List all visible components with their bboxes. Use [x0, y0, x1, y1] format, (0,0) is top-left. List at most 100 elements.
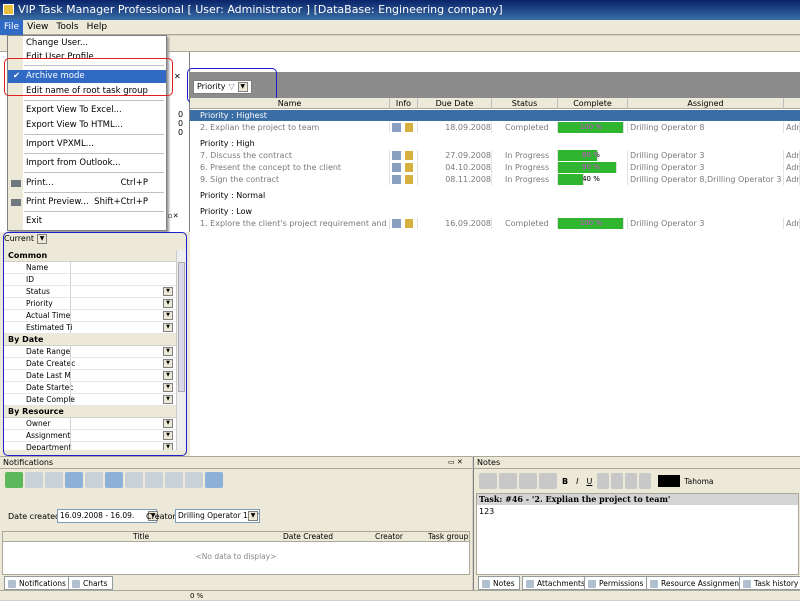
cell-info	[390, 174, 418, 185]
cell-assigned: Drilling Operator 3	[628, 150, 784, 161]
delete-icon[interactable]	[145, 472, 163, 488]
window-title: VIP Task Manager Professional [ User: Ad…	[18, 3, 503, 16]
cell-name: 9. Sign the contract	[198, 174, 390, 185]
tab-permissions[interactable]: Permissions	[584, 576, 649, 590]
progress-label: 90 %	[582, 163, 600, 171]
menu-item-export-excel[interactable]: Export View To Excel...	[8, 104, 166, 117]
align-left-icon[interactable]	[597, 473, 610, 489]
cell-extra: Adm	[784, 218, 800, 229]
menu-item-export-html[interactable]: Export View To HTML...	[8, 119, 166, 132]
progress-label: 40 %	[582, 175, 600, 183]
notifications-toolbar	[4, 471, 304, 491]
notes-toolbar: B I U Tahoma	[478, 471, 798, 491]
cell-extra: Adm	[784, 150, 800, 161]
cell-due-date: 18.09.2008	[418, 122, 492, 133]
group-row[interactable]: Priority : Normal	[190, 190, 800, 201]
refresh-icon[interactable]	[5, 472, 23, 488]
funnel-icon[interactable]	[205, 472, 223, 488]
group-row[interactable]: Priority : Low	[190, 206, 800, 217]
tab-charts[interactable]: Charts	[68, 576, 113, 590]
list-icon[interactable]	[639, 473, 652, 489]
col-date-created[interactable]: Date Created	[283, 532, 333, 542]
report-icon[interactable]	[165, 472, 183, 488]
cell-due-date: 04.10.2008	[418, 162, 492, 173]
underline-icon[interactable]: U	[586, 477, 592, 486]
annotation-box-archive	[4, 58, 173, 96]
menu-item-import-vpxml[interactable]: Import VPXML...	[8, 138, 166, 151]
col-assigned[interactable]: Assigned	[628, 98, 784, 109]
mark-read-icon[interactable]	[25, 472, 43, 488]
annotation-box-filter	[3, 232, 187, 456]
notify-all-icon[interactable]	[85, 472, 103, 488]
cell-assigned: Drilling Operator 3	[628, 218, 784, 229]
bold-icon[interactable]: B	[562, 477, 568, 486]
close-icon[interactable]: ▭ ✕	[448, 458, 463, 466]
pin-icon[interactable]: ▫✕	[168, 212, 179, 220]
col-title[interactable]: Title	[133, 532, 149, 542]
menu-tools[interactable]: Tools	[52, 20, 82, 35]
cell-info	[390, 150, 418, 161]
filter-icon[interactable]	[185, 472, 203, 488]
font-selector[interactable]: Tahoma	[684, 477, 713, 486]
tab-attachments[interactable]: Attachments	[522, 576, 590, 590]
print-icon[interactable]	[519, 473, 537, 489]
notes-editor[interactable]: Task: #46 - '2. Explian the project to t…	[476, 493, 799, 575]
cell-extra: Adm	[784, 174, 800, 185]
close-icon[interactable]: ✕	[174, 72, 181, 81]
view-icon[interactable]	[125, 472, 143, 488]
tab-task-history[interactable]: Task history	[739, 576, 800, 590]
progress-label: 100 %	[579, 123, 603, 131]
col-status[interactable]: Status	[492, 98, 558, 109]
delete-icon[interactable]	[499, 473, 517, 489]
cell-info	[390, 162, 418, 173]
menu-help[interactable]: Help	[83, 20, 112, 35]
table-row[interactable]: 9. Sign the contract 08.11.2008 In Progres…	[198, 174, 800, 185]
menu-file[interactable]: File	[0, 20, 24, 35]
tab-resource-assignment[interactable]: Resource Assignment	[646, 576, 747, 590]
group-row[interactable]: Priority : Highest	[190, 110, 800, 121]
menu-item-change-user[interactable]: Change User...	[8, 37, 166, 50]
print-preview-icon[interactable]	[539, 473, 557, 489]
notifications-table: Title Date Created Creator Task group <N…	[2, 531, 470, 575]
edit-task-icon[interactable]	[392, 151, 401, 160]
menu-item-print[interactable]: Print... Ctrl+P	[8, 177, 166, 190]
lock-icon	[405, 151, 413, 160]
filter-list-icon[interactable]	[105, 472, 123, 488]
col-name[interactable]: Name	[190, 98, 390, 109]
chevron-down-icon[interactable]: ▼	[248, 511, 258, 521]
menu-item-exit[interactable]: Exit	[8, 215, 166, 228]
cell-complete: 60 %	[558, 150, 628, 161]
table-row[interactable]: 7. Discuss the contract 27.09.2008 In Prog…	[198, 150, 800, 161]
grid-body: Priority : Highest 2. Explian the project…	[190, 110, 800, 250]
color-picker[interactable]	[658, 475, 681, 487]
notify-icon[interactable]	[65, 472, 83, 488]
col-info[interactable]: Info	[390, 98, 418, 109]
table-row[interactable]: 2. Explian the project to team 18.09.2008…	[198, 122, 800, 133]
edit-task-icon[interactable]	[392, 175, 401, 184]
col-due-date[interactable]: Due Date	[418, 98, 492, 109]
note-task-heading: Task: #46 - '2. Explian the project to t…	[477, 494, 798, 505]
align-right-icon[interactable]	[625, 473, 638, 489]
edit-task-icon[interactable]	[392, 219, 401, 228]
edit-task-icon[interactable]	[392, 123, 401, 132]
align-center-icon[interactable]	[611, 473, 624, 489]
date-created-label: Date created:	[8, 512, 63, 521]
tab-notifications[interactable]: Notifications	[4, 576, 71, 590]
mark-unread-icon[interactable]	[45, 472, 63, 488]
tab-notes[interactable]: Notes	[478, 576, 520, 590]
table-row[interactable]: 6. Present the concept to the client 04.1…	[198, 162, 800, 173]
menu-view[interactable]: View	[23, 20, 52, 35]
edit-task-icon[interactable]	[392, 163, 401, 172]
italic-icon[interactable]: I	[576, 477, 578, 486]
col-creator[interactable]: Creator	[375, 532, 403, 542]
group-row[interactable]: Priority : High	[190, 138, 800, 149]
save-icon[interactable]	[479, 473, 497, 489]
col-task-group[interactable]: Task group	[428, 532, 468, 542]
progress-label: 60 %	[582, 151, 600, 159]
col-complete[interactable]: Complete	[558, 98, 628, 109]
menu-item-import-outlook[interactable]: Import from Outlook...	[8, 157, 166, 170]
table-row[interactable]: 1. Explore the client's project requirem…	[198, 218, 800, 229]
menu-item-print-preview[interactable]: Print Preview... Shift+Ctrl+P	[8, 196, 166, 209]
date-created-field[interactable]: 16.09.2008 - 16.09.	[57, 509, 157, 523]
app-icon	[3, 4, 14, 15]
